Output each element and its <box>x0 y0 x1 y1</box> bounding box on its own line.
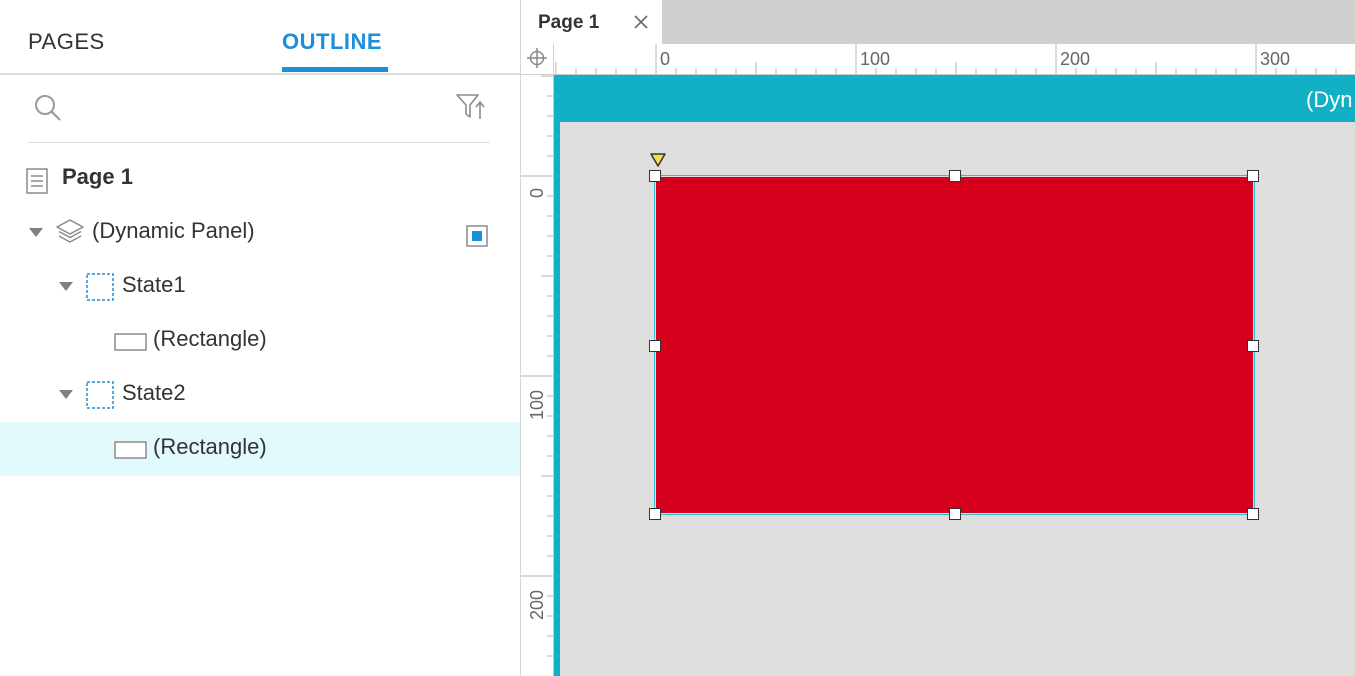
tree-item-state1[interactable]: State1 <box>0 260 520 314</box>
tree-item-label: (Rectangle) <box>153 434 267 459</box>
resize-handle-bottom[interactable] <box>949 508 961 520</box>
ruler-label: 200 <box>527 590 547 620</box>
rectangle-fill <box>656 177 1253 513</box>
vertical-ruler-ticks: 0 100 200 <box>521 75 553 657</box>
resize-handle-bottom-left[interactable] <box>649 508 661 520</box>
tree-item-dynamic-panel[interactable]: (Dynamic Panel) <box>0 206 520 260</box>
ruler-label: 0 <box>527 188 547 198</box>
close-icon[interactable] <box>633 11 649 33</box>
state-icon <box>86 273 114 301</box>
state-icon <box>86 381 114 409</box>
document-tab-bar: Page 1 <box>521 0 1355 44</box>
tree-item-rectangle-selected[interactable]: (Rectangle) <box>0 422 520 476</box>
resize-handle-top-left[interactable] <box>649 170 661 182</box>
rectangle-icon <box>114 441 147 459</box>
search-icon[interactable] <box>32 92 64 124</box>
ruler-label: 300 <box>1260 49 1290 69</box>
resize-handle-right[interactable] <box>1247 340 1259 352</box>
ruler-label: 100 <box>860 49 890 69</box>
page-icon <box>26 168 48 194</box>
resize-handle-top-right[interactable] <box>1247 170 1259 182</box>
layers-icon <box>56 219 84 243</box>
dynamic-panel-header[interactable]: (Dyn <box>554 75 1355 122</box>
filter-icon[interactable] <box>456 93 486 121</box>
resize-handle-bottom-right[interactable] <box>1247 508 1259 520</box>
tree-item-label: State1 <box>122 272 186 297</box>
canvas-area: Page 1 0 100 200 300 0 100 200 (Dyn <box>521 0 1355 676</box>
tree-item-rectangle[interactable]: (Rectangle) <box>0 314 520 368</box>
chevron-down-icon[interactable] <box>59 282 73 291</box>
selected-rectangle[interactable] <box>654 175 1255 515</box>
visibility-toggle-icon[interactable] <box>466 225 488 247</box>
active-tab-indicator <box>282 67 388 72</box>
tree-item-page[interactable]: Page 1 <box>0 152 520 206</box>
ruler-label: 200 <box>1060 49 1090 69</box>
horizontal-ruler[interactable]: 0 100 200 300 <box>554 44 1355 75</box>
rectangle-icon <box>114 333 147 351</box>
tree-item-label: State2 <box>122 380 186 405</box>
document-tab[interactable]: Page 1 <box>521 0 662 44</box>
tab-pages[interactable]: PAGES <box>28 29 105 55</box>
anchor-marker-icon[interactable] <box>649 152 667 168</box>
tree-item-state2[interactable]: State2 <box>0 368 520 422</box>
chevron-down-icon[interactable] <box>29 228 43 237</box>
chevron-down-icon[interactable] <box>59 390 73 399</box>
ruler-label: 100 <box>527 390 547 420</box>
search-bar[interactable] <box>28 88 490 143</box>
outline-panel: PAGES OUTLINE Page 1 (Dynamic Panel) Sta… <box>0 0 521 676</box>
dynamic-panel-name: (Dyn <box>1306 87 1353 112</box>
tab-outline[interactable]: OUTLINE <box>282 29 382 55</box>
document-tab-label: Page 1 <box>538 12 600 33</box>
crosshair-icon[interactable] <box>521 44 553 74</box>
tree-item-label: (Dynamic Panel) <box>92 218 255 243</box>
ruler-origin[interactable] <box>521 44 554 75</box>
tree-item-label: (Rectangle) <box>153 326 267 351</box>
tree-item-label: Page 1 <box>62 164 133 189</box>
horizontal-ruler-ticks: 0 100 200 300 <box>555 44 1337 74</box>
ruler-label: 0 <box>660 49 670 69</box>
resize-handle-left[interactable] <box>649 340 661 352</box>
vertical-ruler[interactable]: 0 100 200 <box>521 75 554 676</box>
resize-handle-top[interactable] <box>949 170 961 182</box>
panel-tabs: PAGES OUTLINE <box>0 0 520 75</box>
dynamic-panel-border <box>554 122 560 676</box>
